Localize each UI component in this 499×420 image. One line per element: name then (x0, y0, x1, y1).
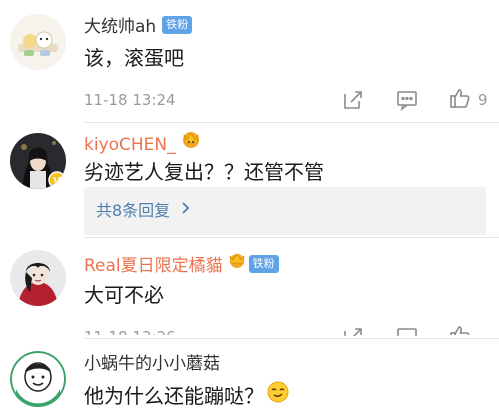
avatar[interactable] (10, 250, 66, 306)
comment-icon[interactable] (396, 89, 418, 112)
username[interactable]: Real夏日限定橘貓 铁粉 (84, 252, 279, 278)
smirk-emoji-icon (266, 380, 290, 412)
avatar[interactable] (10, 14, 66, 70)
comment-text: 该，滚蛋吧 (84, 46, 184, 70)
comment-text: 大可不必 (84, 283, 164, 307)
avatar[interactable]: V (10, 133, 66, 189)
fan-badge: 铁粉 (162, 16, 193, 34)
comment-timestamp: 11-18 13:24 (84, 91, 176, 109)
replies-label[interactable]: 共8条回复 (96, 201, 170, 220)
vip-crown-icon (180, 129, 202, 157)
username-text[interactable]: Real夏日限定橘貓 (84, 256, 223, 276)
chevron-right-icon (181, 186, 191, 234)
username[interactable]: kiyoCHEN_ (84, 131, 202, 157)
svg-text:V: V (53, 176, 61, 187)
comment-text-content: 他为什么还能蹦哒？ (84, 384, 264, 408)
like-icon[interactable] (449, 87, 471, 109)
comment-item: 小蜗牛的小小蘑菇 他为什么还能蹦哒？ (0, 339, 499, 420)
share-icon[interactable] (342, 89, 364, 111)
fan-badge: 铁粉 (248, 255, 279, 273)
username-text[interactable]: kiyoCHEN_ (84, 135, 176, 155)
vip-crown-icon (227, 250, 247, 278)
comment-item: Real夏日限定橘貓 铁粉 大可不必 11-18 13:26 (0, 238, 499, 338)
avatar[interactable] (10, 351, 66, 407)
comment-item: 大统帅ah 铁粉 该，滚蛋吧 11-18 13:24 9 (0, 0, 499, 122)
view-replies-link[interactable]: 共8条回复 (96, 187, 191, 235)
replies-box[interactable]: 共8条回复 (84, 187, 486, 235)
comment-list: 大统帅ah 铁粉 该，滚蛋吧 11-18 13:24 9 V kiyoCHEN_… (0, 0, 499, 420)
username[interactable]: 小蜗牛的小小蘑菇 (84, 351, 220, 377)
like-count: 9 (478, 91, 488, 109)
username-text[interactable]: 小蜗牛的小小蘑菇 (84, 354, 220, 374)
username[interactable]: 大统帅ah 铁粉 (84, 14, 193, 40)
username-text[interactable]: 大统帅ah (84, 17, 156, 37)
comment-text: 劣迹艺人复出？？还管不管 (84, 160, 324, 184)
comment-item: V kiyoCHEN_ 劣迹艺人复出？？还管不管 共8条回复 (0, 123, 499, 237)
comment-text: 他为什么还能蹦哒？ (84, 381, 290, 411)
